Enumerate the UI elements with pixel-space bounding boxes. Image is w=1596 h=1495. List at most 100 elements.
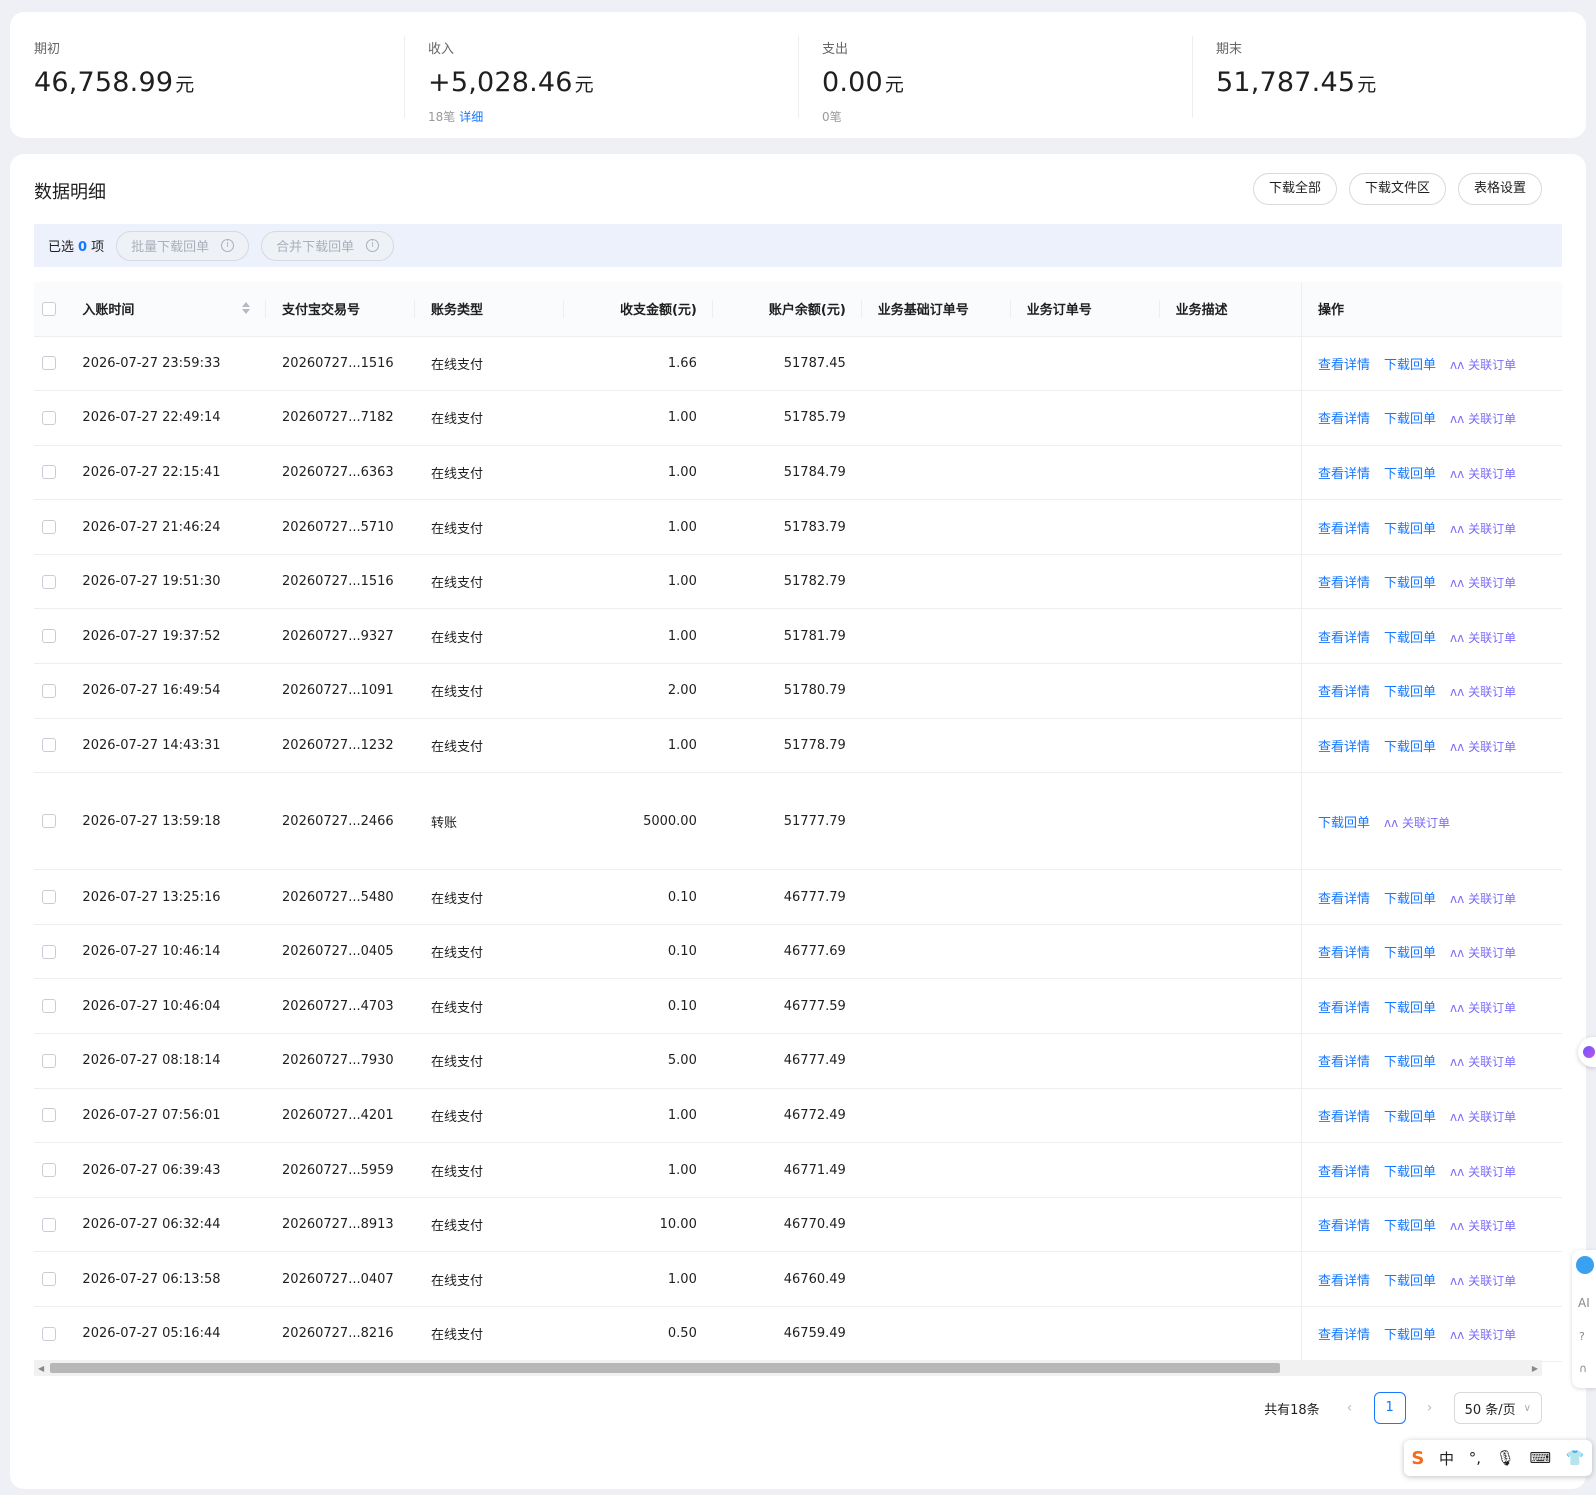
scroll-right-icon[interactable]: ▶ [1532,1364,1538,1373]
ime-toolbar: S 中 °, 🎙 ⌨ 👕 [1404,1440,1592,1476]
row-checkbox[interactable] [42,814,56,829]
download-receipt-link[interactable]: 下载回单 [1384,631,1436,646]
row-checkbox[interactable] [42,410,56,425]
horizontal-scrollbar[interactable]: ◀ ▶ [34,1360,1542,1376]
download-receipt-link[interactable]: 下载回单 [1384,1274,1436,1289]
view-detail-link[interactable]: 查看详情 [1318,685,1370,700]
view-detail-link[interactable]: 查看详情 [1318,1055,1370,1070]
row-checkbox[interactable] [42,520,56,535]
row-checkbox[interactable] [42,1163,56,1178]
download-area-button[interactable]: 下载文件区 [1348,173,1446,205]
ime-keyboard-icon[interactable]: ⌨ [1530,1449,1552,1467]
income-detail-link[interactable]: 详细 [459,110,483,124]
relate-order-link[interactable]: ʌʌ 关联订单 [1450,467,1516,481]
ime-logo-icon[interactable]: S [1411,1448,1424,1469]
relate-order-link[interactable]: ʌʌ 关联订单 [1450,412,1516,426]
row-checkbox[interactable] [42,944,56,959]
row-checkbox[interactable] [42,465,56,480]
download-receipt-link[interactable]: 下载回单 [1384,1110,1436,1125]
row-checkbox[interactable] [42,574,56,589]
download-receipt-link[interactable]: 下载回单 [1384,358,1436,373]
relate-order-link[interactable]: ʌʌ 关联订单 [1450,946,1516,960]
view-detail-link[interactable]: 查看详情 [1318,1219,1370,1234]
cell-desc [1159,924,1302,980]
row-checkbox[interactable] [42,890,56,905]
relate-order-link[interactable]: ʌʌ 关联订单 [1450,1219,1516,1233]
relate-order-link[interactable]: ʌʌ 关联订单 [1450,358,1516,372]
relate-order-link[interactable]: ʌʌ 关联订单 [1450,892,1516,906]
row-checkbox[interactable] [42,1108,56,1123]
relate-order-link[interactable]: ʌʌ 关联订单 [1450,1055,1516,1069]
view-detail-link[interactable]: 查看详情 [1318,576,1370,591]
download-receipt-link[interactable]: 下载回单 [1318,816,1370,831]
page-size-select[interactable]: 50 条/页 ∨ [1453,1392,1542,1424]
select-all-checkbox[interactable] [42,301,56,316]
row-checkbox[interactable] [42,999,56,1014]
row-checkbox[interactable] [42,629,56,644]
row-checkbox[interactable] [42,1217,56,1232]
view-detail-link[interactable]: 查看详情 [1318,946,1370,961]
relate-order-link[interactable]: ʌʌ 关联订单 [1450,1328,1516,1342]
row-checkbox[interactable] [42,1272,56,1287]
download-receipt-link[interactable]: 下载回单 [1384,740,1436,755]
download-receipt-link[interactable]: 下载回单 [1384,522,1436,537]
download-receipt-link[interactable]: 下载回单 [1384,892,1436,907]
view-detail-link[interactable]: 查看详情 [1318,631,1370,646]
view-detail-link[interactable]: 查看详情 [1318,1110,1370,1125]
relate-order-link[interactable]: ʌʌ 关联订单 [1450,1165,1516,1179]
download-receipt-link[interactable]: 下载回单 [1384,1001,1436,1016]
download-receipt-link[interactable]: 下载回单 [1384,1165,1436,1180]
ime-skin-icon[interactable]: 👕 [1566,1449,1585,1467]
relate-order-link[interactable]: ʌʌ 关联订单 [1450,1274,1516,1288]
download-receipt-link[interactable]: 下载回单 [1384,467,1436,482]
relate-order-link[interactable]: ʌʌ 关联订单 [1450,522,1516,536]
row-checkbox[interactable] [42,683,56,698]
help-icon[interactable]: ? [1579,1330,1585,1343]
view-detail-link[interactable]: 查看详情 [1318,1328,1370,1343]
view-detail-link[interactable]: 查看详情 [1318,358,1370,373]
relate-order-link[interactable]: ʌʌ 关联订单 [1384,816,1450,830]
view-detail-link[interactable]: 查看详情 [1318,412,1370,427]
ai-button[interactable]: AI [1578,1296,1590,1310]
row-checkbox[interactable] [42,1326,56,1341]
download-receipt-link[interactable]: 下载回单 [1384,1219,1436,1234]
scroll-left-icon[interactable]: ◀ [38,1364,44,1373]
download-receipt-link[interactable]: 下载回单 [1384,946,1436,961]
relate-order-link[interactable]: ʌʌ 关联订单 [1450,1001,1516,1015]
ime-punct-icon[interactable]: °, [1469,1449,1481,1467]
current-page-button[interactable]: 1 [1373,1392,1406,1424]
row-checkbox[interactable] [42,356,56,371]
download-receipt-link[interactable]: 下载回单 [1384,412,1436,427]
relate-order-link[interactable]: ʌʌ 关联订单 [1450,631,1516,645]
ime-mic-icon[interactable]: 🎙 [1496,1449,1515,1467]
relate-order-link[interactable]: ʌʌ 关联订单 [1450,1110,1516,1124]
view-detail-link[interactable]: 查看详情 [1318,1001,1370,1016]
table-settings-button[interactable]: 表格设置 [1457,173,1542,205]
view-detail-link[interactable]: 查看详情 [1318,1165,1370,1180]
merge-download-button[interactable]: 合并下载回单 i [261,230,395,261]
headset-icon[interactable]: ∩ [1579,1362,1587,1375]
download-all-button[interactable]: 下载全部 [1252,173,1337,205]
ime-mode[interactable]: 中 [1439,1448,1454,1469]
sort-icon[interactable] [242,302,251,314]
next-page-icon[interactable]: › [1420,1400,1440,1416]
view-detail-link[interactable]: 查看详情 [1318,1274,1370,1289]
download-receipt-link[interactable]: 下载回单 [1384,1055,1436,1070]
view-detail-link[interactable]: 查看详情 [1318,892,1370,907]
view-detail-link[interactable]: 查看详情 [1318,522,1370,537]
download-receipt-link[interactable]: 下载回单 [1384,576,1436,591]
scrollbar-thumb[interactable] [50,1363,1280,1373]
prev-page-icon[interactable]: ‹ [1340,1400,1360,1416]
col-time[interactable]: 入账时间 [66,282,267,337]
relate-order-link[interactable]: ʌʌ 关联订单 [1450,740,1516,754]
row-checkbox[interactable] [42,1053,56,1068]
row-checkbox[interactable] [42,738,56,753]
relate-order-link[interactable]: ʌʌ 关联订单 [1450,576,1516,590]
view-detail-link[interactable]: 查看详情 [1318,740,1370,755]
batch-download-button[interactable]: 批量下载回单 i [116,230,250,261]
relate-order-link[interactable]: ʌʌ 关联订单 [1450,685,1516,699]
robot-icon[interactable] [1576,1256,1594,1274]
download-receipt-link[interactable]: 下载回单 [1384,1328,1436,1343]
view-detail-link[interactable]: 查看详情 [1318,467,1370,482]
download-receipt-link[interactable]: 下载回单 [1384,685,1436,700]
